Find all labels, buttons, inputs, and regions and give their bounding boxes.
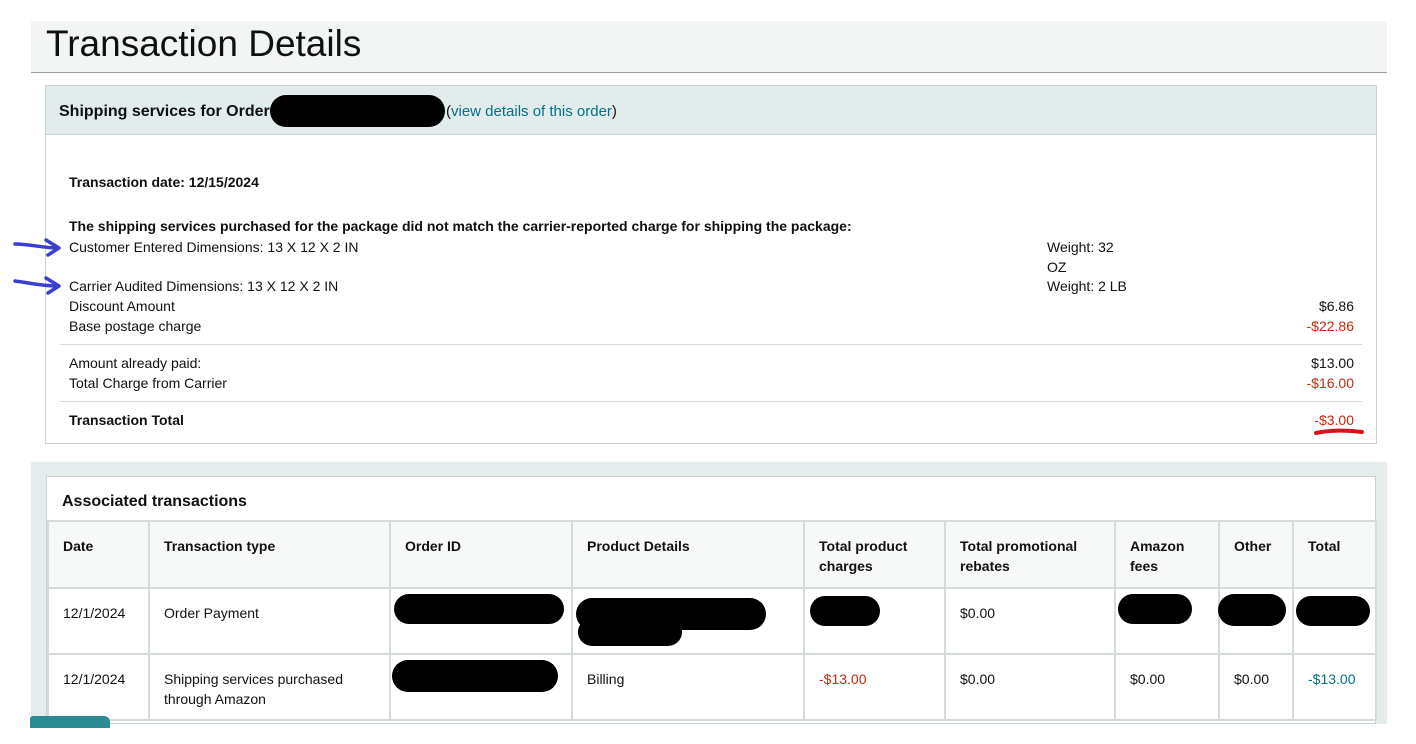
redacted-product-details (578, 618, 682, 646)
cell-date: 12/1/2024 (47, 653, 150, 721)
already-paid-value: $13.00 (1311, 355, 1354, 371)
feedback-tab[interactable] (30, 716, 110, 728)
cell-type: Shipping services purchased through Amaz… (148, 653, 391, 721)
redacted-order-id (394, 594, 564, 624)
column-header: Amazon fees (1114, 520, 1220, 589)
shipping-panel (45, 85, 1377, 444)
transaction-total-label: Transaction Total (69, 412, 184, 428)
carrier-charge-value: -$16.00 (1306, 375, 1354, 391)
redacted-other (1218, 594, 1286, 626)
discount-value: $6.86 (1318, 298, 1354, 314)
cell-total: -$13.00 (1292, 653, 1377, 721)
cell-date: 12/1/2024 (47, 587, 150, 655)
hand-drawn-arrow-icon (13, 238, 61, 257)
page-title: Transaction Details (46, 23, 362, 64)
cell-product: Billing (571, 653, 805, 721)
redacted-total (1296, 596, 1370, 626)
table-row: 12/1/2024 Shipping services purchased th… (47, 653, 1377, 721)
column-header: Total (1292, 520, 1377, 589)
base-postage-value: -$22.86 (1306, 318, 1354, 334)
carrier-weight: Weight: 2 LB (1047, 278, 1127, 294)
cell-type: Order Payment (148, 587, 391, 655)
cell-other: $0.00 (1218, 653, 1294, 721)
column-header: Transaction type (148, 520, 391, 589)
divider (60, 401, 1362, 402)
carrier-charge-label: Total Charge from Carrier (69, 375, 227, 391)
customer-weight: Weight: 32 (1047, 239, 1114, 255)
view-order-link-wrap: (view details of this order) (446, 103, 617, 120)
redacted-order-id (392, 660, 558, 692)
redacted-order-id (270, 95, 445, 127)
hand-drawn-arrow-icon (13, 276, 61, 295)
customer-weight-unit: OZ (1047, 259, 1067, 275)
cell-rebates: $0.00 (944, 653, 1116, 721)
column-header: Product Details (571, 520, 805, 589)
base-postage-label: Base postage charge (69, 318, 202, 334)
view-order-link[interactable]: view details of this order (451, 103, 612, 120)
cell-fees: $0.00 (1114, 653, 1220, 721)
redacted-amazon-fees (1118, 594, 1192, 624)
already-paid-label: Amount already paid: (69, 355, 202, 371)
panel-header-label: Shipping services for Order (59, 103, 270, 120)
column-header: Total product charges (803, 520, 946, 589)
associated-title: Associated transactions (62, 493, 247, 510)
cell-product-charges: -$13.00 (803, 653, 946, 721)
customer-dimensions: Customer Entered Dimensions: 13 X 12 X 2… (69, 239, 359, 255)
mismatch-notice: The shipping services purchased for the … (69, 218, 852, 234)
carrier-dimensions: Carrier Audited Dimensions: 13 X 12 X 2 … (69, 278, 339, 294)
column-header: Other (1218, 520, 1294, 589)
table-header-row: Date Transaction type Order ID Product D… (47, 520, 1377, 589)
column-header: Date (47, 520, 150, 589)
transaction-date: Transaction date: 12/15/2024 (69, 174, 259, 190)
divider (60, 344, 1362, 345)
hand-drawn-underline-icon (1314, 428, 1364, 435)
cell-rebates: $0.00 (944, 587, 1116, 655)
column-header: Total promotional rebates (944, 520, 1116, 589)
column-header: Order ID (389, 520, 573, 589)
discount-label: Discount Amount (69, 298, 175, 314)
redacted-product-charges (810, 596, 880, 626)
